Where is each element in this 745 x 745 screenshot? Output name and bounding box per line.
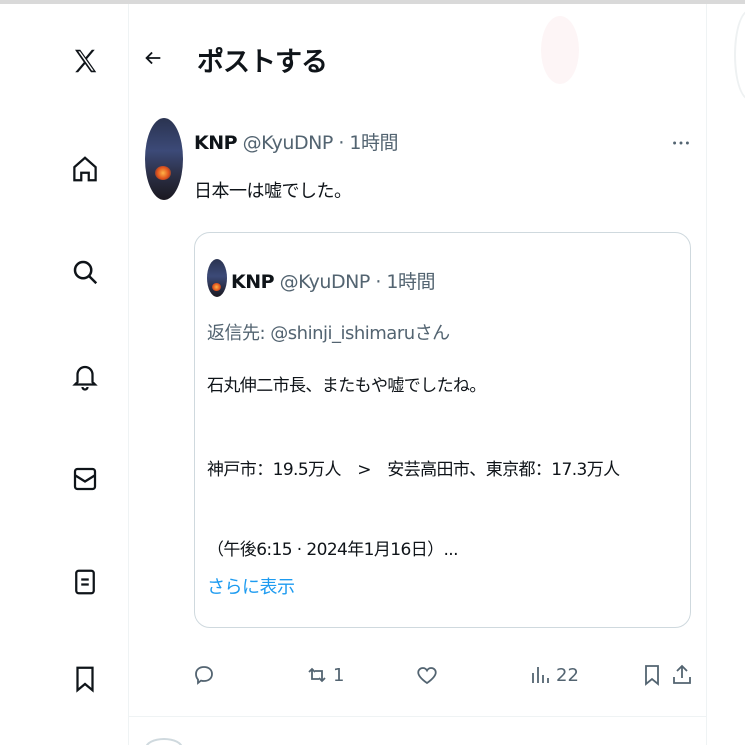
share-icon bbox=[673, 664, 691, 684]
messages-envelope-icon[interactable] bbox=[60, 454, 110, 504]
show-more-link[interactable]: さらに表示 bbox=[207, 573, 295, 599]
home-icon[interactable] bbox=[60, 144, 110, 194]
quoted-author-handle: @KyuDNP bbox=[279, 271, 371, 293]
views-button[interactable]: 22 bbox=[528, 660, 579, 690]
lists-icon[interactable] bbox=[60, 557, 110, 607]
search-icon[interactable] bbox=[60, 247, 110, 297]
tweet-timestamp[interactable]: 1時間 bbox=[349, 132, 398, 154]
reply-button[interactable] bbox=[192, 660, 220, 690]
quoted-tweet-timestamp: 1時間 bbox=[386, 271, 436, 293]
left-nav bbox=[0, 4, 128, 745]
quoted-author-avatar[interactable] bbox=[207, 259, 227, 297]
author-handle[interactable]: @KyuDNP bbox=[243, 132, 334, 154]
views-count: 22 bbox=[556, 664, 579, 686]
nav-divider bbox=[128, 4, 129, 745]
notifications-bell-icon[interactable] bbox=[60, 352, 110, 402]
more-dots-icon bbox=[673, 141, 689, 145]
page-title: ポストする bbox=[197, 47, 328, 78]
quoted-header-separator: · bbox=[375, 271, 381, 293]
bookmarks-icon[interactable] bbox=[60, 654, 110, 704]
quoted-text-line-1: 石丸伸二市長、またもや嘘でしたね。 bbox=[207, 376, 486, 396]
quoted-tweet-header: KNP @KyuDNP · 1時間 bbox=[231, 267, 436, 294]
page: ポストする KNP @KyuDNP · 1時間 日本一は嘘でした。 KNP @K… bbox=[0, 0, 745, 745]
bookmark-icon bbox=[645, 665, 659, 686]
repost-icon bbox=[308, 667, 326, 683]
repost-count: 1 bbox=[333, 664, 345, 686]
tweet-bottom-divider bbox=[129, 716, 706, 717]
author-name[interactable]: KNP bbox=[194, 132, 238, 154]
page-header: ポストする bbox=[129, 4, 706, 108]
views-chart-icon bbox=[532, 667, 549, 683]
reply-to-line: 返信先: @shinji_ishimaruさん bbox=[207, 323, 450, 344]
author-avatar[interactable] bbox=[145, 118, 183, 200]
main-right-divider bbox=[706, 4, 707, 745]
more-options-button[interactable] bbox=[670, 132, 692, 159]
header-decoration bbox=[541, 16, 579, 84]
tweet-header: KNP @KyuDNP · 1時間 bbox=[194, 128, 399, 155]
x-logo-icon[interactable] bbox=[60, 36, 110, 86]
quoted-text-line-2: 神戸市：19.5万人 > 安芸高田市、東京都：17.3万人 bbox=[207, 460, 620, 480]
share-button[interactable] bbox=[670, 660, 694, 690]
back-arrow-icon bbox=[145, 51, 161, 65]
like-button[interactable] bbox=[415, 660, 443, 690]
tweet-text: 日本一は嘘でした。 bbox=[194, 181, 352, 202]
reply-bubble-icon bbox=[195, 666, 213, 685]
quoted-tweet-card[interactable]: KNP @KyuDNP · 1時間 返信先: @shinji_ishimaruさ… bbox=[194, 232, 691, 628]
quoted-text-line-3: （午後6:15 · 2024年1月16日）... bbox=[207, 540, 459, 560]
header-separator: · bbox=[338, 132, 344, 154]
quoted-author-name: KNP bbox=[231, 271, 275, 293]
next-tweet-avatar-partial bbox=[145, 738, 183, 745]
heart-icon bbox=[417, 667, 437, 685]
bookmark-button[interactable] bbox=[640, 660, 664, 690]
right-column-edge bbox=[734, 10, 745, 100]
back-button[interactable] bbox=[135, 40, 171, 76]
repost-button[interactable]: 1 bbox=[305, 660, 344, 690]
